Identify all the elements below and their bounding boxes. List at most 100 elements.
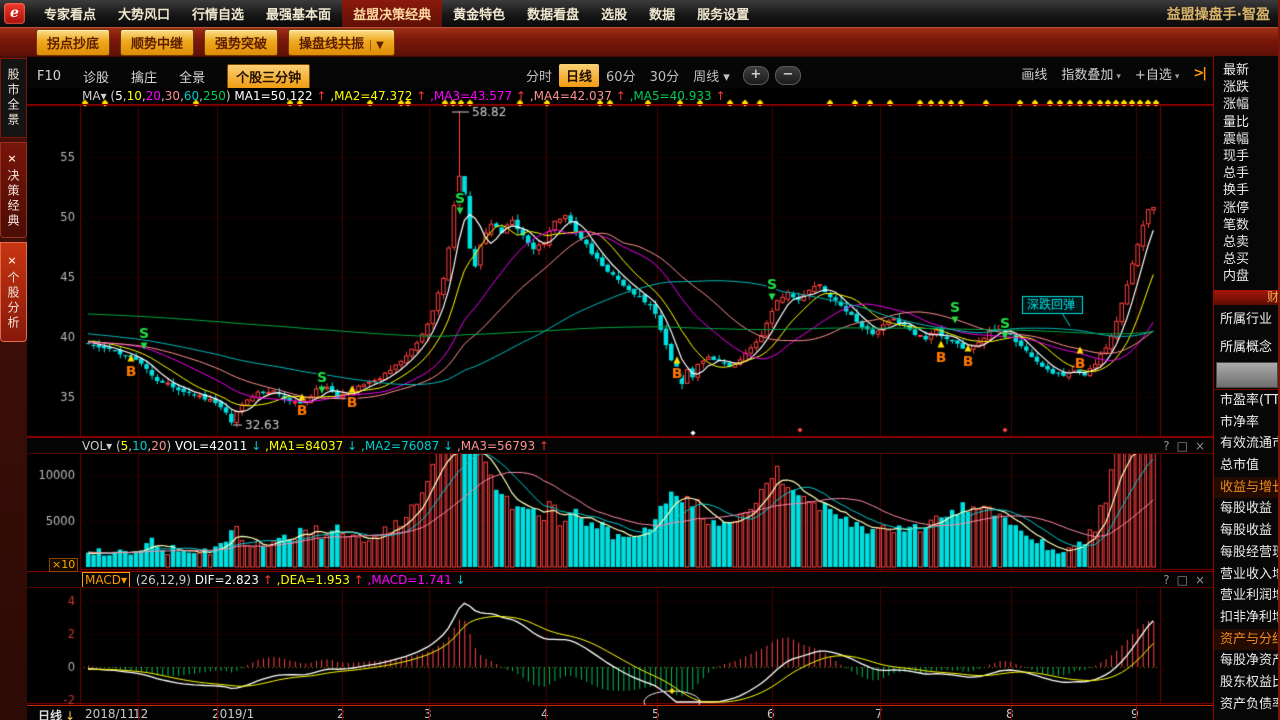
menu-item-1[interactable]: 专家看点 (33, 0, 107, 28)
menu-item-3[interactable]: 行情自选 (181, 0, 255, 28)
sidebar-link-1[interactable]: 所属行业 (1220, 308, 1272, 327)
quote-field-总手[interactable]: 总手 (1214, 165, 1280, 182)
period-tab-分时[interactable]: 分时 (519, 64, 559, 87)
ma-header-segment: ↑ (313, 89, 327, 103)
menu-item-7[interactable]: 数据看盘 (516, 0, 590, 28)
quote-field-换手[interactable]: 换手 (1214, 182, 1280, 199)
vol-header-segment: ↓ (247, 439, 261, 453)
menu-nav: 专家看点大势风口行情自选最强基本面益盟决策经典黄金特色数据看盘选股数据服务设置 (33, 0, 760, 27)
strategy-button-3[interactable]: 强势突破 (204, 29, 278, 56)
finance-row[interactable]: 营业利润增 (1214, 585, 1280, 607)
left-tab-1[interactable]: 股市全景 (0, 58, 27, 138)
toolbar-item-f10[interactable]: F10 (37, 69, 61, 84)
menu-item-5[interactable]: 益盟决策经典 (342, 0, 442, 28)
quote-field-涨幅[interactable]: 涨幅 (1214, 96, 1280, 113)
period-tab-60分[interactable]: 60分 (599, 64, 643, 87)
finance-row[interactable]: 股东权益比 (1214, 672, 1280, 694)
finance-row[interactable]: 每股收益 (1214, 498, 1280, 520)
quote-field-涨跌[interactable]: 涨跌 (1214, 79, 1280, 96)
menu-item-4[interactable]: 最强基本面 (255, 0, 342, 28)
ma-header-segment: 250 (203, 89, 226, 103)
help-icon[interactable]: ? (1163, 573, 1169, 587)
kline-chart-canvas[interactable] (27, 88, 1213, 705)
period-tab-日线[interactable]: 日线 (559, 64, 599, 87)
quote-field-涨停[interactable]: 涨停 (1214, 200, 1280, 217)
app-logo-icon[interactable]: e (4, 3, 25, 24)
close-icon[interactable]: × (7, 254, 19, 267)
quote-field-量比[interactable]: 量比 (1214, 114, 1280, 131)
finance-row[interactable]: 每股收益 (1214, 520, 1280, 542)
x-axis-label: 2019/1 (212, 707, 254, 720)
finance-row[interactable]: 每股净资产 (1214, 650, 1280, 672)
period-tab-30分[interactable]: 30分 (643, 64, 687, 87)
x-axis-bar: 日线↓ 2018/11122019/123456789 (27, 705, 1213, 720)
collapse-panel-icon[interactable]: >| (1193, 66, 1205, 81)
right-tool-2[interactable]: 指数叠加▾ (1061, 64, 1121, 83)
close-icon[interactable]: × (1195, 573, 1205, 587)
sidebar-link-2[interactable]: 所属概念 (1220, 336, 1272, 355)
sidebar-gray-box[interactable] (1216, 362, 1278, 388)
ma-header-segment: ,MA4=42.037 (526, 89, 612, 103)
left-tab-label: 决策经典 (5, 169, 22, 229)
macd-header-segment: ,DEA=1.953 (273, 573, 350, 587)
zoom-out-button[interactable]: − (775, 66, 801, 85)
ma-header-segment: ↑ (712, 89, 726, 103)
left-tab-3[interactable]: ×个股分析 (0, 242, 27, 342)
finance-row-list: 市盈率(TT市净率有效流通市总市值收益与增长每股收益每股收益每股经营现营业收入增… (1214, 389, 1280, 715)
menu-bar: e 专家看点大势风口行情自选最强基本面益盟决策经典黄金特色数据看盘选股数据服务设… (0, 0, 1280, 27)
toolbar-item-擒庄[interactable]: 擒庄 (131, 67, 157, 86)
dropdown-arrow-icon: ▾ (1116, 72, 1121, 82)
maximize-icon[interactable]: □ (1177, 573, 1188, 587)
vol-header-segment: ,MA2=76087 (357, 439, 439, 453)
finance-row[interactable]: 有效流通市 (1214, 433, 1280, 455)
x-axis-tick (880, 706, 881, 720)
strategy-button-1[interactable]: 拐点抄底 (36, 29, 110, 56)
toolbar-item-全景[interactable]: 全景 (179, 67, 205, 86)
menu-item-2[interactable]: 大势风口 (107, 0, 181, 28)
toolbar-item-诊股[interactable]: 诊股 (83, 67, 109, 86)
right-tool-1[interactable]: 画线 (1021, 64, 1047, 83)
menu-item-6[interactable]: 黄金特色 (442, 0, 516, 28)
macd-indicator-header[interactable]: MACD▾ (26,12,9) DIF=2.823 ↑ ,DEA=1.953 ↑… (27, 571, 1213, 588)
finance-row[interactable]: 总市值 (1214, 455, 1280, 477)
menu-item-8[interactable]: 选股 (590, 0, 638, 28)
period-tab-周线[interactable]: 周线 ▾ (686, 64, 737, 87)
quote-field-总买[interactable]: 总买 (1214, 251, 1280, 268)
zoom-in-button[interactable]: + (743, 66, 769, 85)
quote-sidebar: 最新涨跌涨幅量比震幅现手总手换手涨停笔数总卖总买内盘 财 市盈率(TT市净率有效… (1213, 56, 1280, 720)
strategy-button-2[interactable]: 顺势中继 (120, 29, 194, 56)
finance-row[interactable]: 市净率 (1214, 412, 1280, 434)
dropdown-arrow-icon[interactable]: ▼ (370, 40, 384, 51)
close-icon[interactable]: × (1195, 439, 1205, 453)
finance-row[interactable]: 资产负债率 (1214, 694, 1280, 716)
quote-label-list: 最新涨跌涨幅量比震幅现手总手换手涨停笔数总卖总买内盘 (1214, 62, 1280, 285)
quote-field-现手[interactable]: 现手 (1214, 148, 1280, 165)
menu-item-9[interactable]: 数据 (638, 0, 686, 28)
quote-field-总卖[interactable]: 总卖 (1214, 234, 1280, 251)
ma-indicator-header[interactable]: MA▾ (5,10,20,30,60,250) MA1=50.122 ↑ ,MA… (27, 88, 1213, 105)
right-tool-3[interactable]: +自选▾ (1135, 64, 1179, 83)
vol-header-segment: ,MA3=56793 (453, 439, 535, 453)
finance-section-bar[interactable]: 财 (1214, 290, 1280, 305)
quote-field-最新[interactable]: 最新 (1214, 62, 1280, 79)
finance-row[interactable]: 扣非净利增 (1214, 607, 1280, 629)
quote-field-震幅[interactable]: 震幅 (1214, 131, 1280, 148)
x-axis-label: 8 (1006, 707, 1014, 720)
vol-indicator-header[interactable]: VOL▾ (5,10,20) VOL=42011 ↓ ,MA1=84037 ↓ … (27, 437, 1213, 454)
maximize-icon[interactable]: □ (1177, 439, 1188, 453)
finance-section-header[interactable]: 收益与增长 (1214, 477, 1280, 499)
finance-row[interactable]: 每股经营现 (1214, 542, 1280, 564)
x-axis-tick (1136, 706, 1137, 720)
finance-row[interactable]: 市盈率(TT (1214, 390, 1280, 412)
menu-item-10[interactable]: 服务设置 (686, 0, 760, 28)
quote-field-笔数[interactable]: 笔数 (1214, 217, 1280, 234)
finance-row[interactable]: 营业收入增 (1214, 564, 1280, 586)
strategy-button-4[interactable]: 操盘线共振▼ (288, 29, 395, 56)
finance-section-header[interactable]: 资产与分红 (1214, 629, 1280, 651)
close-icon[interactable]: × (7, 152, 19, 165)
quote-field-内盘[interactable]: 内盘 (1214, 268, 1280, 285)
feature-button[interactable]: 个股三分钟 (227, 64, 310, 89)
help-icon[interactable]: ? (1163, 439, 1169, 453)
period-indicator[interactable]: 日线↓ (38, 707, 75, 720)
left-tab-2[interactable]: × 决策经典 (0, 142, 27, 238)
